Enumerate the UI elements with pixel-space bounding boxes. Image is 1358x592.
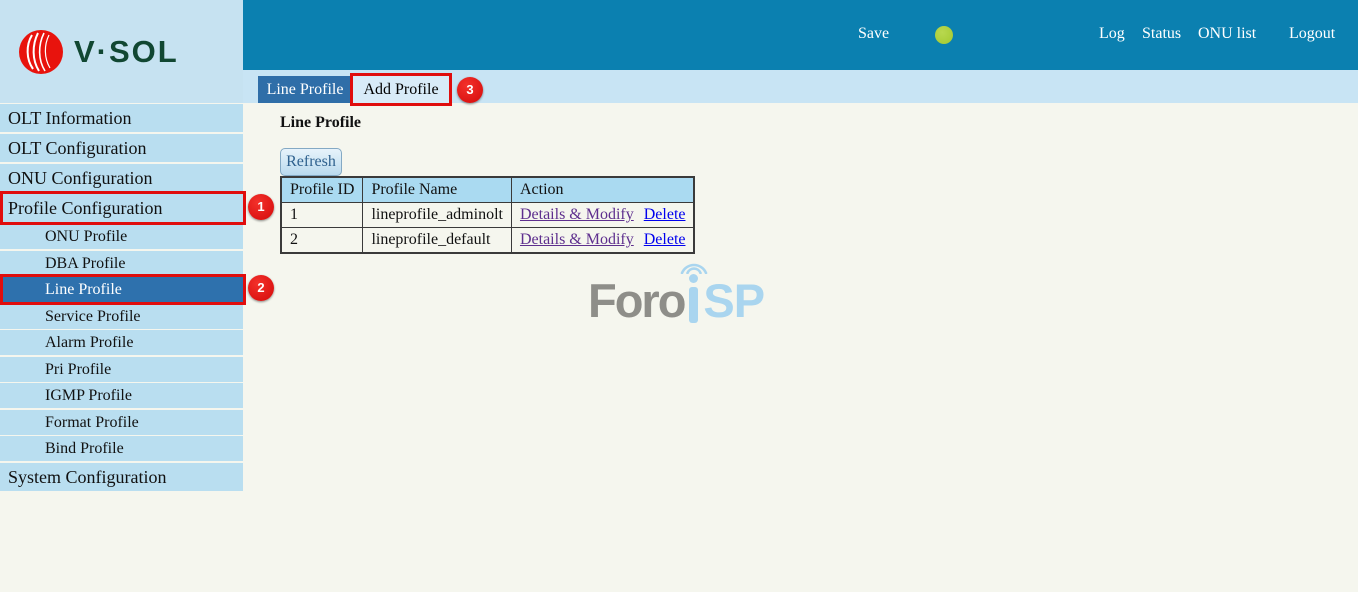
sidebar-item-system-configuration[interactable]: System Configuration	[0, 463, 243, 491]
sidebar-item-onu-configuration[interactable]: ONU Configuration	[0, 164, 243, 192]
watermark-antenna-icon	[688, 266, 701, 324]
annotation-badge-2: 2	[248, 275, 274, 301]
watermark-text-sp: SP	[703, 277, 764, 324]
cell-profile-id: 1	[281, 203, 363, 228]
logout-link[interactable]: Logout	[1289, 25, 1335, 43]
sidebar-item-alarm-profile[interactable]: Alarm Profile	[0, 330, 243, 355]
delete-link[interactable]: Delete	[644, 206, 686, 223]
column-header-action: Action	[511, 177, 694, 203]
cell-profile-name: lineprofile_adminolt	[363, 203, 512, 228]
watermark-text-foro: Foro	[588, 277, 684, 324]
sidebar-item-bind-profile[interactable]: Bind Profile	[0, 436, 243, 461]
table-row: 1lineprofile_adminolt Details & Modify Del…	[281, 203, 694, 228]
cell-profile-name: lineprofile_default	[363, 228, 512, 254]
table-row: 2lineprofile_default Details & Modify Dele…	[281, 228, 694, 254]
cell-action: Details & Modify Delete	[511, 228, 694, 254]
sidebar: OLT InformationOLT ConfigurationONU Conf…	[0, 104, 243, 493]
cell-profile-id: 2	[281, 228, 363, 254]
sidebar-item-pri-profile[interactable]: Pri Profile	[0, 357, 243, 382]
page: { "brand": { "name": "V·SOL", "logo_red"…	[0, 0, 1358, 592]
column-header-profile-name: Profile Name	[363, 177, 512, 203]
tabbar: Line Profile Add Profile	[243, 70, 1358, 103]
status-link[interactable]: Status	[1142, 25, 1181, 43]
annotation-badge-1: 1	[248, 194, 274, 220]
topbar: Save Log Status ONU list Logout	[243, 0, 1358, 70]
sidebar-item-igmp-profile[interactable]: IGMP Profile	[0, 383, 243, 408]
save-button[interactable]: Save	[858, 25, 889, 43]
tab-add-profile[interactable]: Add Profile	[352, 76, 450, 103]
sidebar-item-dba-profile[interactable]: DBA Profile	[0, 251, 243, 276]
cell-action: Details & Modify Delete	[511, 203, 694, 228]
details-modify-link[interactable]: Details & Modify	[520, 231, 634, 248]
sidebar-item-onu-profile[interactable]: ONU Profile	[0, 224, 243, 249]
brand-name: V·SOL	[74, 34, 179, 70]
table-header-row: Profile ID Profile Name Action	[281, 177, 694, 203]
log-link[interactable]: Log	[1099, 25, 1125, 43]
tab-line-profile[interactable]: Line Profile	[258, 76, 352, 103]
vsol-logo-icon	[18, 29, 64, 80]
status-indicator-dot	[935, 26, 953, 44]
line-profile-table: Profile ID Profile Name Action 1lineprof…	[280, 176, 695, 254]
sidebar-item-profile-configuration[interactable]: Profile Configuration	[0, 194, 243, 222]
foroisp-watermark: Foro SP	[588, 262, 764, 324]
annotation-badge-3: 3	[457, 77, 483, 103]
sidebar-item-olt-configuration[interactable]: OLT Configuration	[0, 134, 243, 162]
profile-table-body: 1lineprofile_adminolt Details & Modify Del…	[281, 203, 694, 254]
column-header-profile-id: Profile ID	[281, 177, 363, 203]
onu-list-link[interactable]: ONU list	[1198, 25, 1256, 43]
sidebar-item-format-profile[interactable]: Format Profile	[0, 410, 243, 435]
page-title: Line Profile	[280, 114, 361, 132]
sidebar-item-olt-information[interactable]: OLT Information	[0, 104, 243, 132]
logo-area: V·SOL	[0, 0, 243, 103]
sidebar-item-line-profile[interactable]: Line Profile	[0, 277, 243, 302]
delete-link[interactable]: Delete	[644, 231, 686, 248]
refresh-button[interactable]: Refresh	[280, 148, 342, 176]
sidebar-item-service-profile[interactable]: Service Profile	[0, 304, 243, 329]
details-modify-link[interactable]: Details & Modify	[520, 206, 634, 223]
